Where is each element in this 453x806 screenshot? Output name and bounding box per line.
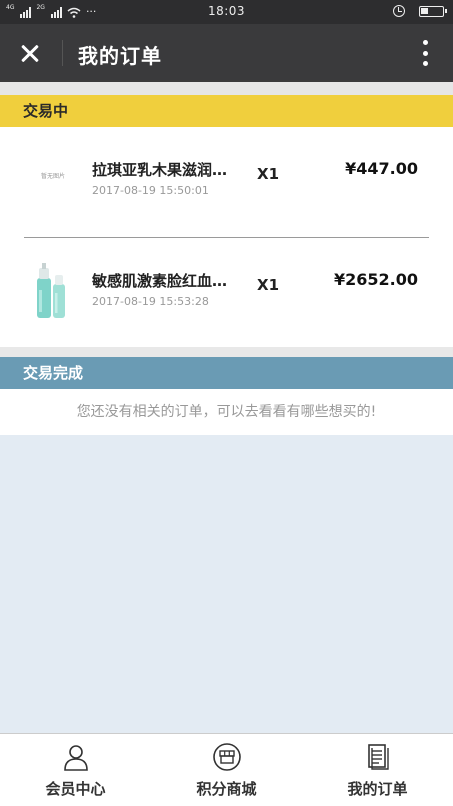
bottom-tab-bar: 会员中心 积分商城 我的订单 xyxy=(0,733,453,806)
quantity: X1 xyxy=(257,276,280,294)
nav-bar: 我的订单 xyxy=(0,24,453,82)
nav-divider xyxy=(62,40,63,66)
quantity: X1 xyxy=(257,165,280,183)
price: ¥2652.00 xyxy=(333,270,418,289)
more-menu-button[interactable] xyxy=(417,38,433,68)
alarm-icon xyxy=(393,5,405,17)
clock: 18:03 xyxy=(207,4,246,18)
spray-bottle-icon xyxy=(37,263,65,318)
spacer xyxy=(0,82,453,95)
tab-member-center[interactable]: 会员中心 xyxy=(0,734,151,806)
price: ¥447.00 xyxy=(345,159,418,178)
spacer xyxy=(0,347,453,357)
battery-icon xyxy=(419,6,447,17)
product-name: 敏感肌激素脸红血… xyxy=(92,272,228,290)
empty-orders-message: 您还没有相关的订单，可以去看看有哪些想买的! xyxy=(0,389,453,435)
tab-my-orders[interactable]: 我的订单 xyxy=(302,734,453,806)
tab-label: 会员中心 xyxy=(45,780,106,798)
order-time: 2017-08-19 15:50:01 xyxy=(92,184,209,197)
section-header-trading: 交易中 xyxy=(0,95,453,127)
close-button[interactable] xyxy=(10,33,50,73)
section-header-completed: 交易完成 xyxy=(0,357,453,389)
shop-icon xyxy=(212,743,241,771)
page-title: 我的订单 xyxy=(78,44,162,68)
orders-icon xyxy=(367,744,389,770)
tab-points-mall[interactable]: 积分商城 xyxy=(151,734,302,806)
status-bar: 4G 2G ··· 18:03 xyxy=(0,0,453,24)
product-thumbnail-placeholder: 暂无图片 xyxy=(40,172,65,180)
order-item[interactable]: 暂无图片 拉琪亚乳木果滋润… 2017-08-19 15:50:01 X1 ¥4… xyxy=(0,127,453,237)
order-time: 2017-08-19 15:53:28 xyxy=(92,295,209,308)
product-image xyxy=(22,260,84,322)
order-list: 暂无图片 拉琪亚乳木果滋润… 2017-08-19 15:50:01 X1 ¥4… xyxy=(0,127,453,347)
tab-label: 我的订单 xyxy=(347,780,408,798)
product-name: 拉琪亚乳木果滋润… xyxy=(92,161,228,179)
tab-label: 积分商城 xyxy=(196,780,257,798)
user-icon xyxy=(63,745,88,771)
order-item[interactable]: 敏感肌激素脸红血… 2017-08-19 15:53:28 X1 ¥2652.0… xyxy=(0,238,453,348)
